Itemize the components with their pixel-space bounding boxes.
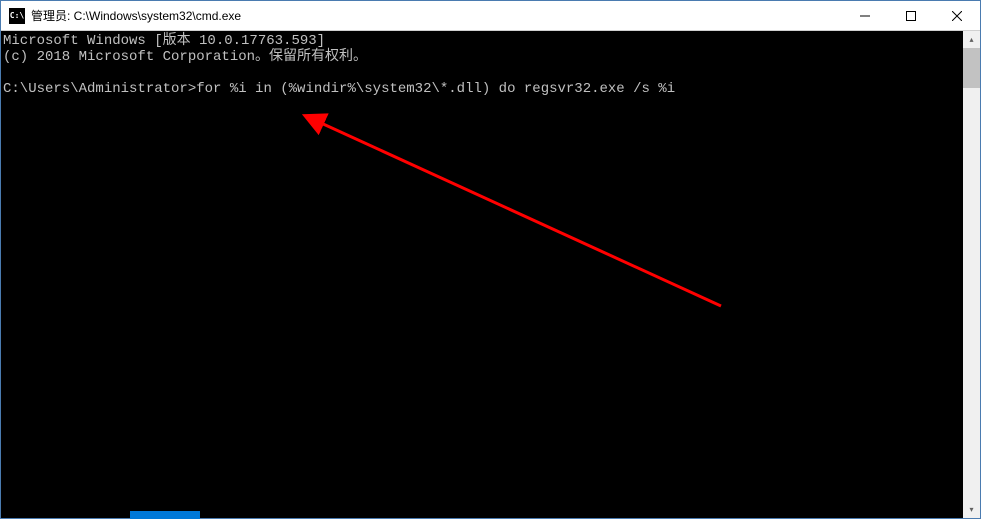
cmd-icon: C:\ (9, 8, 25, 24)
scroll-track[interactable] (963, 48, 980, 501)
terminal-line-version: Microsoft Windows [版本 10.0.17763.593] (3, 33, 325, 49)
scroll-thumb[interactable] (963, 48, 980, 88)
taskbar-fragment (130, 511, 200, 519)
titlebar[interactable]: C:\ 管理员: C:\Windows\system32\cmd.exe (1, 1, 980, 31)
terminal-prompt-line: C:\Users\Administrator>for %i in (%windi… (3, 81, 675, 97)
terminal[interactable]: Microsoft Windows [版本 10.0.17763.593] (c… (1, 31, 963, 518)
cmd-window: C:\ 管理员: C:\Windows\system32\cmd.exe Mic… (0, 0, 981, 519)
terminal-line-copyright: (c) 2018 Microsoft Corporation。保留所有权利。 (3, 49, 367, 65)
cmd-icon-label: C:\ (10, 11, 24, 20)
maximize-button[interactable] (888, 1, 934, 30)
scroll-down-button[interactable]: ▾ (963, 501, 980, 518)
close-button[interactable] (934, 1, 980, 30)
vertical-scrollbar[interactable]: ▴ ▾ (963, 31, 980, 518)
window-title: 管理员: C:\Windows\system32\cmd.exe (31, 7, 842, 24)
minimize-button[interactable] (842, 1, 888, 30)
window-controls (842, 1, 980, 30)
terminal-prompt: C:\Users\Administrator> (3, 81, 196, 97)
annotation-arrow-icon (1, 31, 961, 518)
terminal-command: for %i in (%windir%\system32\*.dll) do r… (196, 81, 675, 97)
scroll-up-button[interactable]: ▴ (963, 31, 980, 48)
content-area: Microsoft Windows [版本 10.0.17763.593] (c… (1, 31, 980, 518)
